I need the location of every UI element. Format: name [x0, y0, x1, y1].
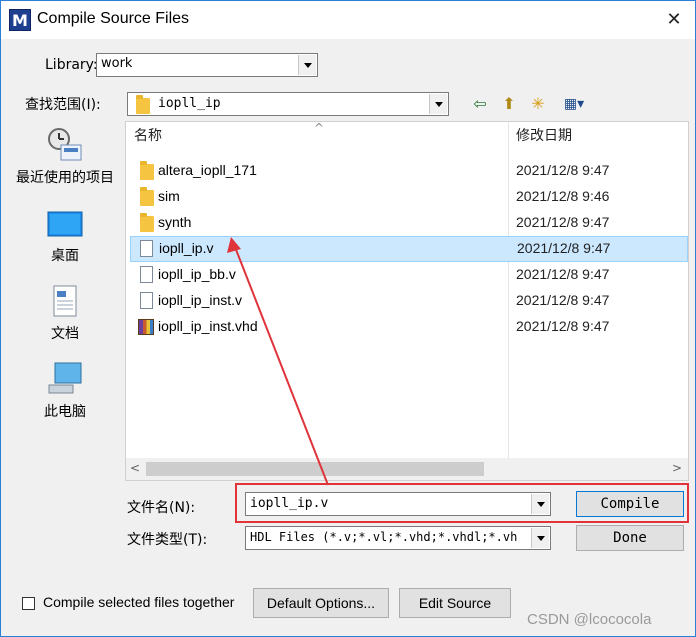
compile-source-files-dialog: M Compile Source Files ✕ Library: work 查… — [0, 0, 696, 637]
annotation-arrow — [227, 237, 329, 486]
watermark: CSDN @lcococola — [527, 611, 652, 628]
